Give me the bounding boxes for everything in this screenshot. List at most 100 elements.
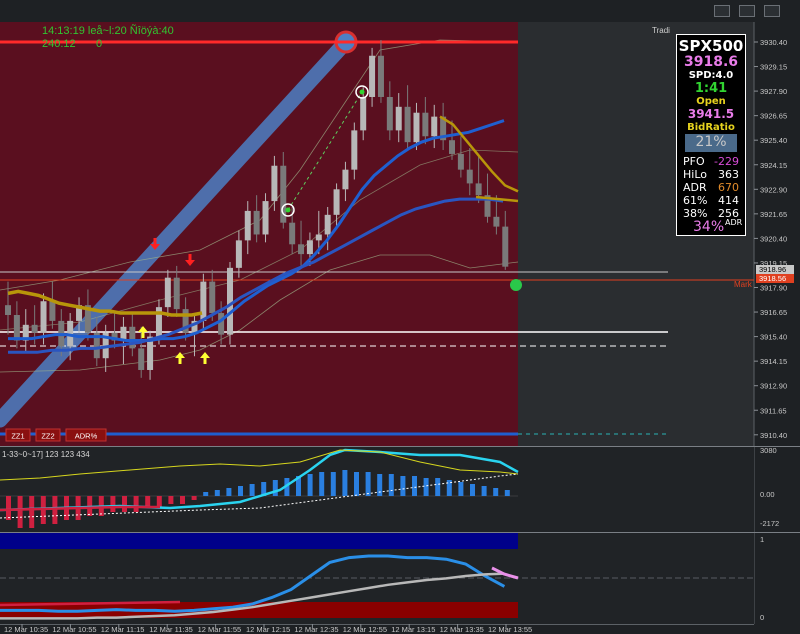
x-tick-label: 12 Mar 10:55 xyxy=(52,625,96,634)
histogram-bar xyxy=(214,490,220,496)
candle-body xyxy=(502,226,509,267)
adr-percent: 34% xyxy=(693,219,725,235)
pfo-value: -229 xyxy=(714,155,739,168)
signal-marker-dot xyxy=(285,207,291,213)
histogram-bar xyxy=(203,492,209,496)
x-tick-label: 12 Mar 13:15 xyxy=(391,625,435,634)
y-tick-label: 3916.65 xyxy=(760,308,787,317)
y-tick-label: 3920.40 xyxy=(760,234,787,243)
x-tick-label: 12 Mar 11:55 xyxy=(198,625,242,634)
y-tick-label: 3929.15 xyxy=(760,63,787,72)
histogram-bar xyxy=(319,472,325,496)
candle-body xyxy=(475,183,482,196)
histogram-bar xyxy=(52,496,58,524)
histogram-bar xyxy=(272,480,278,496)
x-tick-label: 12 Mar 12:15 xyxy=(246,625,290,634)
histogram-bar xyxy=(493,488,499,496)
sub1-label: 1-33~0~17] 123 123 434 xyxy=(2,450,90,459)
candle-body xyxy=(395,106,402,131)
adr-suffix: ADR xyxy=(725,218,743,227)
histogram-bar xyxy=(180,496,185,504)
y-tick-label: 3927.90 xyxy=(760,87,787,96)
sub2-y-label: 1 xyxy=(760,535,764,544)
y-tick-label: 3925.40 xyxy=(760,136,787,145)
histogram-bar xyxy=(307,474,313,496)
header-time-line: 14:13:19 leå~l:20 Ñîöýà:40 xyxy=(42,24,174,37)
y-tick-label: 3911.65 xyxy=(760,406,787,415)
candle-body xyxy=(342,169,349,190)
open-value: 3941.5 xyxy=(687,107,735,121)
histogram-bar xyxy=(458,482,464,496)
y-tick-label: 3915.40 xyxy=(760,333,787,342)
histogram-bar xyxy=(168,496,174,504)
candle-body xyxy=(324,214,331,235)
x-tick-label: 12 Mar 11:15 xyxy=(101,625,145,634)
adr-value: 670 xyxy=(718,181,739,194)
y-tick-label: 3912.90 xyxy=(760,382,787,391)
signal-marker-dot xyxy=(359,89,365,95)
histogram-bar xyxy=(504,490,510,496)
x-tick-label: 12 Mar 13:55 xyxy=(488,625,532,634)
hilo-value: 363 xyxy=(718,168,739,181)
candle-body xyxy=(457,153,464,170)
candle-body xyxy=(173,277,180,310)
candle-body xyxy=(262,201,269,235)
histogram-bar xyxy=(110,496,116,512)
symbol-info-panel: SPX500 3918.6 SPD:4.0 1:41 Open 3941.5 B… xyxy=(676,34,746,236)
candle-body xyxy=(493,216,500,227)
histogram-bar xyxy=(435,478,441,496)
candle-body xyxy=(218,313,225,335)
histogram-bar xyxy=(6,496,11,520)
spread-value: SPD:4.0 xyxy=(688,70,734,81)
histogram-bar xyxy=(354,472,359,496)
x-tick-label: 12 Mar 12:35 xyxy=(294,625,338,634)
y-tick-label: 3921.65 xyxy=(760,210,787,219)
candle-body xyxy=(404,106,411,143)
candle-body xyxy=(235,240,242,268)
candle-body xyxy=(49,301,56,321)
histogram-bar xyxy=(377,474,383,496)
adr-pct-button-label: ADR% xyxy=(75,432,98,441)
candle-body xyxy=(244,210,251,241)
zz1-button[interactable]: ZZ1 xyxy=(5,428,31,442)
hilo-label: HiLo xyxy=(683,168,707,181)
zz2-button[interactable]: ZZ2 xyxy=(35,428,61,442)
x-tick-label: 12 Mar 10:35 xyxy=(4,625,48,634)
candle-body xyxy=(289,222,296,245)
mark-label: Mark xyxy=(734,280,753,289)
candle-body xyxy=(333,189,340,215)
y-tick-label: 3922.90 xyxy=(760,185,787,194)
histogram-bar xyxy=(481,486,487,496)
histogram-bar xyxy=(17,496,23,528)
candle-body xyxy=(271,165,278,202)
zz1-button-label: ZZ1 xyxy=(11,432,24,441)
histogram-bar xyxy=(133,496,139,512)
histogram-bar xyxy=(122,496,127,512)
adr-pct-button[interactable]: ADR% xyxy=(65,428,107,442)
histogram-bar xyxy=(330,472,336,496)
candle-body xyxy=(138,348,145,370)
candle-body xyxy=(377,55,384,97)
histogram-bar xyxy=(412,476,417,496)
candle-body xyxy=(13,314,20,341)
sub1-bg xyxy=(0,447,754,532)
histogram-bar xyxy=(29,496,35,528)
histogram-bar xyxy=(238,486,243,496)
candle-body xyxy=(413,112,420,143)
bid-ratio-label: BidRatio xyxy=(687,122,735,133)
x-tick-label: 12 Mar 12:55 xyxy=(343,625,387,634)
candle-body xyxy=(31,324,38,333)
y-tick-label: 3910.40 xyxy=(760,431,787,440)
current-price-marker xyxy=(510,279,522,291)
candle-body xyxy=(431,116,438,137)
fib61-value: 414 xyxy=(718,194,739,207)
header-values-line: 240.12 xyxy=(42,38,76,50)
candle-body xyxy=(351,130,358,170)
x-tick-label: 12 Mar 11:35 xyxy=(149,625,193,634)
candle-body xyxy=(369,55,376,97)
adr-label: ADR xyxy=(683,181,707,194)
candle-body xyxy=(422,112,429,137)
sub1-y-label: -2172 xyxy=(760,519,779,528)
symbol-price: 3918.6 xyxy=(683,54,739,70)
histogram-bar xyxy=(388,474,394,496)
